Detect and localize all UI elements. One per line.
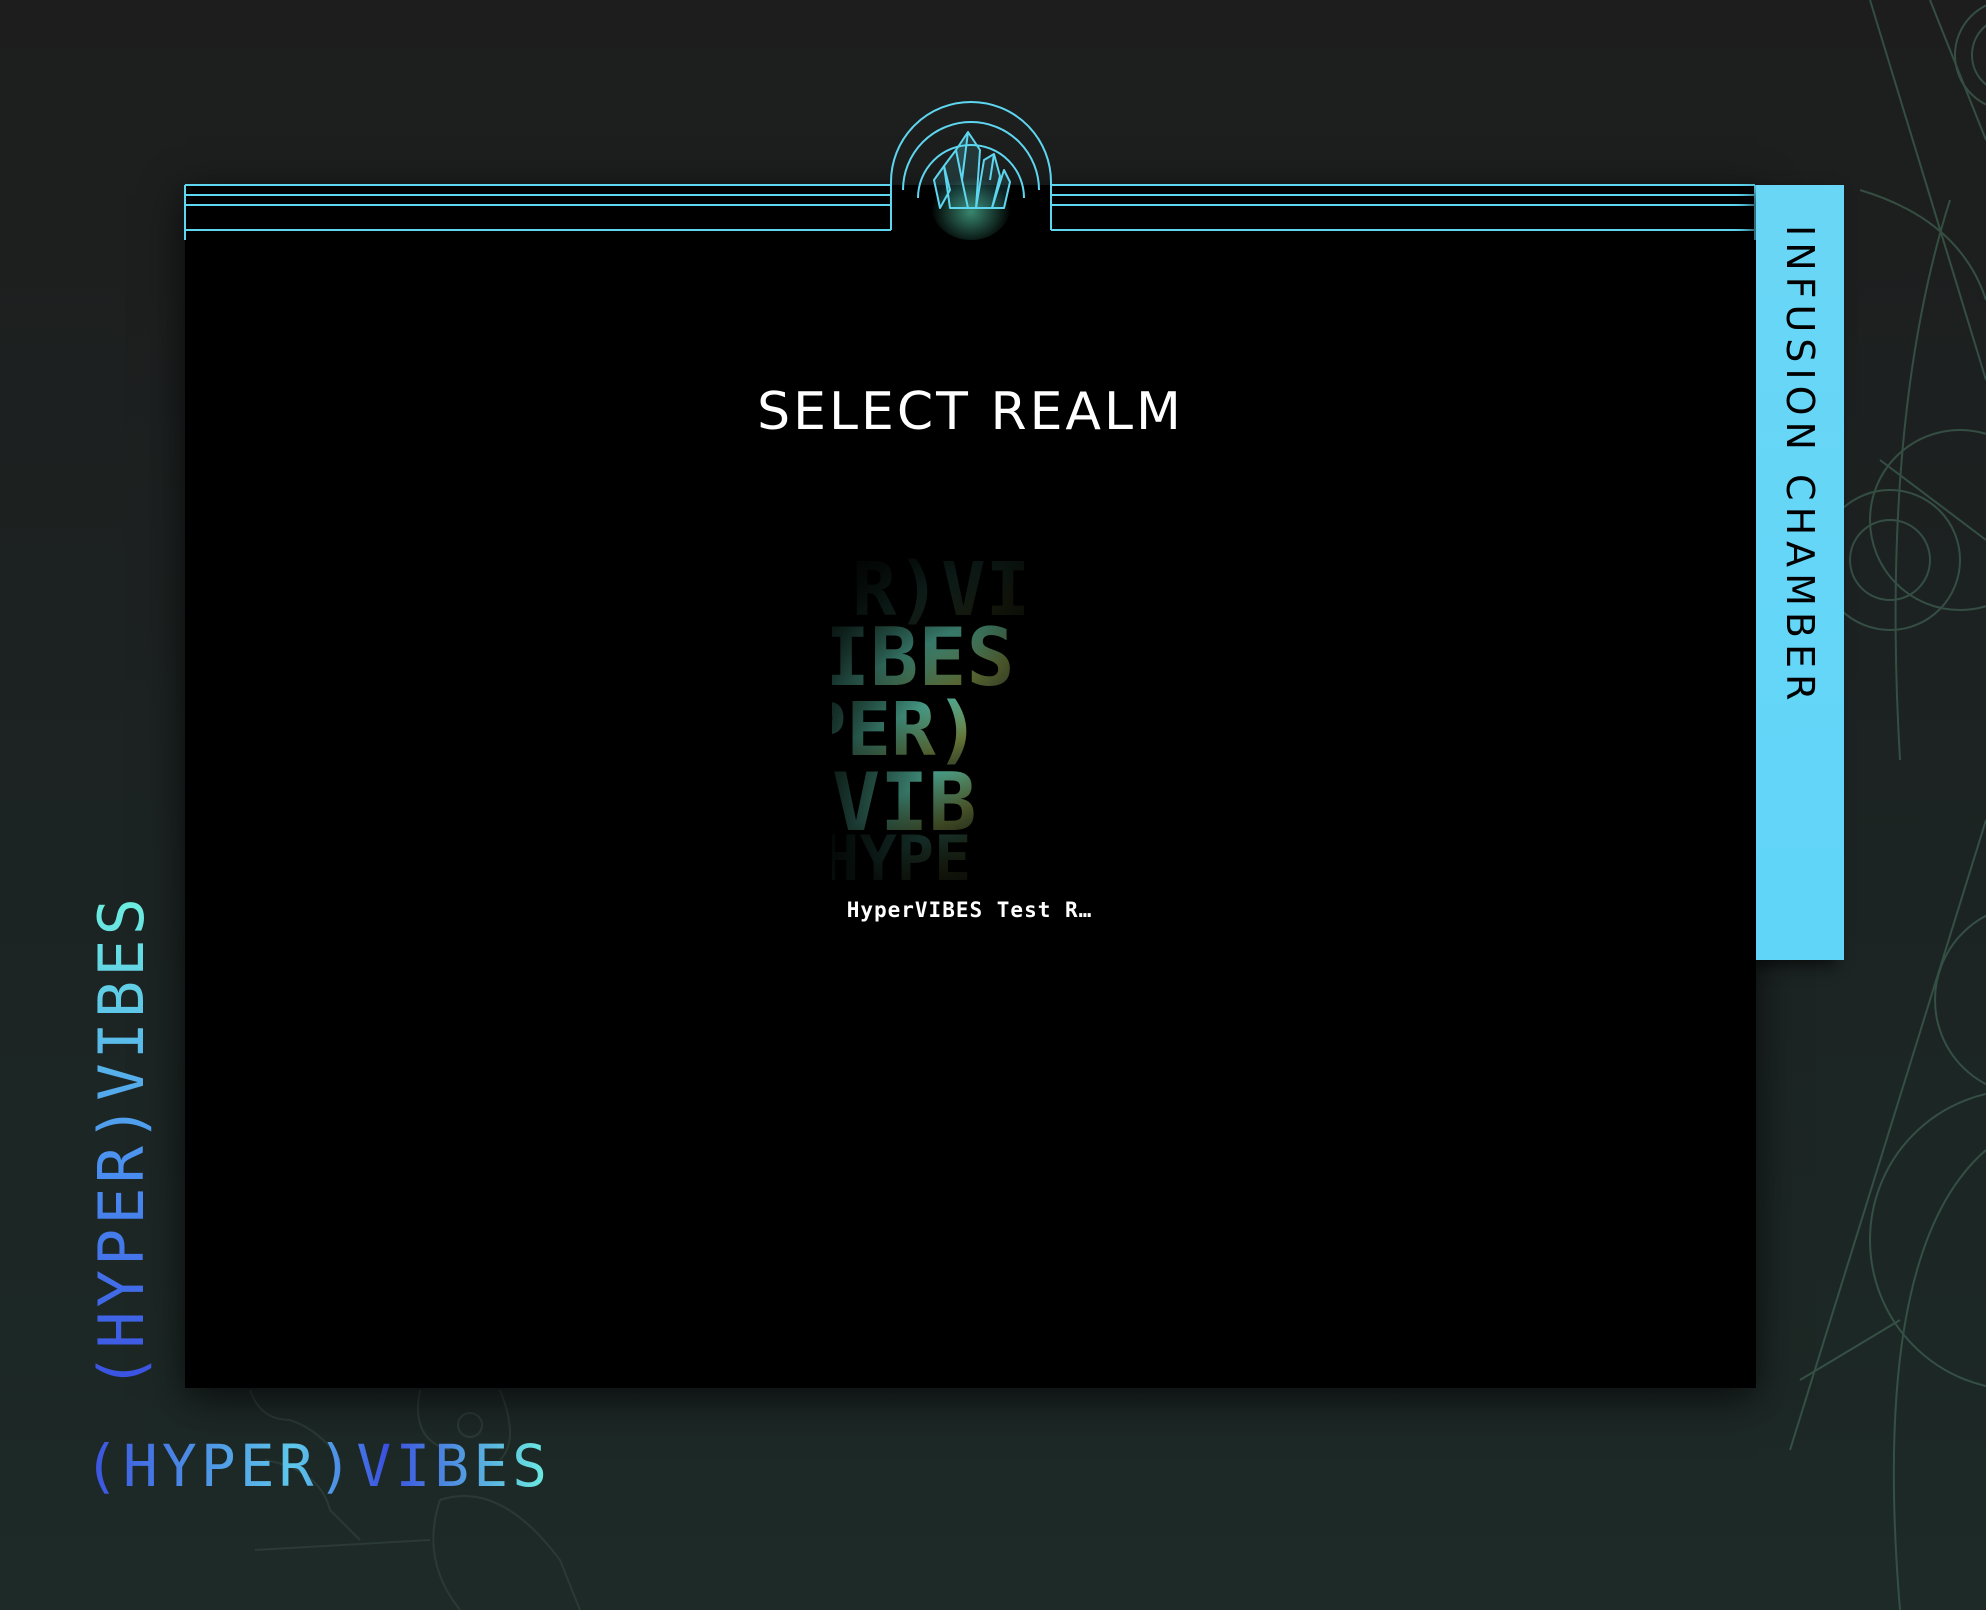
brand-wordmark-vertical: (HYPER)VIBES [85,894,158,1390]
crystal-icon [933,131,1011,209]
realm-name[interactable]: HyperVIBES Test R… [832,898,1107,922]
realm-thumbnail: R)VI IBES PER) VIB HYPE [832,540,1107,880]
infusion-chamber-tab-label: INFUSION CHAMBER [1778,225,1822,707]
brand-wordmark-horizontal: (HYPER)VIBES [84,1432,552,1500]
infusion-chamber-tab[interactable]: INFUSION CHAMBER [1756,185,1844,960]
page-title: SELECT REALM [757,382,1184,442]
realm-card[interactable]: R)VI IBES PER) VIB HYPE [832,540,1107,930]
